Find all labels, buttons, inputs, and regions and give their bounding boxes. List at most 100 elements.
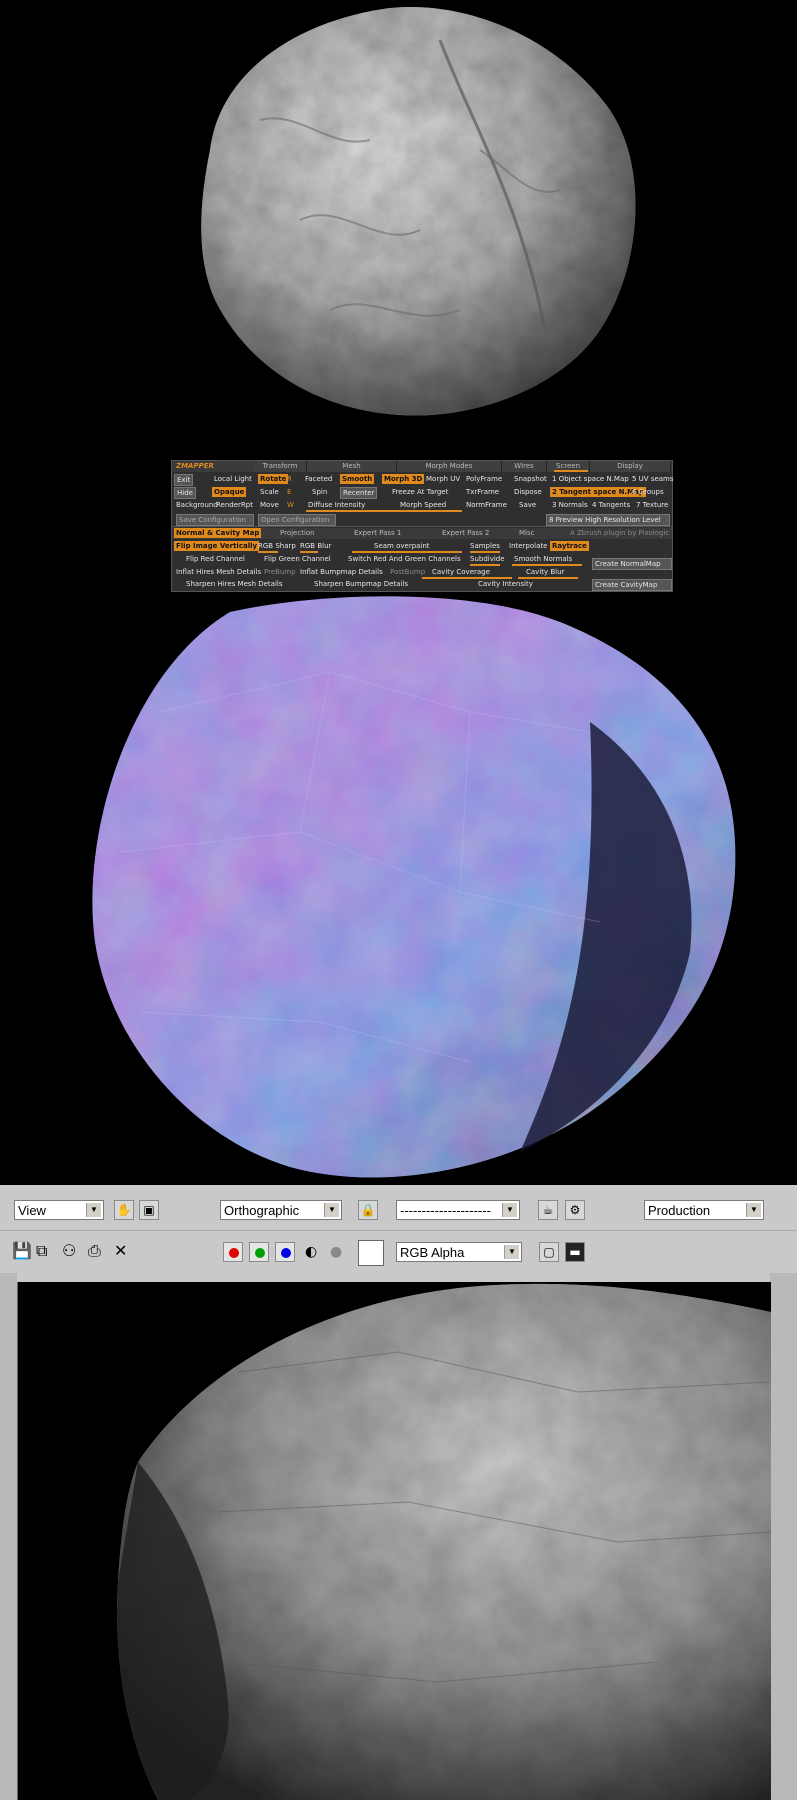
projection-select[interactable]: Orthographic ▼ [220,1200,342,1220]
dispose-button[interactable]: Dispose [512,487,544,497]
scale-button[interactable]: Scale [258,487,281,497]
morph-3d-button[interactable]: Morph 3D [382,474,425,484]
prebump-label: PreBump [264,568,296,576]
background-button[interactable]: Background [174,500,220,510]
inflat-hires-mesh-details-slider[interactable]: Inflat Hires Mesh Details [174,567,263,577]
copy-icon[interactable]: ⧉ [36,1241,47,1261]
exit-button[interactable]: Exit [174,474,194,486]
preset-select[interactable]: Production ▼ [644,1200,764,1220]
preview-high-resolution-button[interactable]: 8 Preview High Resolution Level [546,514,670,526]
flip-green-channel-button[interactable]: Flip Green Channel [262,554,333,564]
morph-uv-button[interactable]: Morph UV [424,474,462,484]
tab-expert-pass-1[interactable]: Expert Pass 1 [352,528,403,538]
inflat-bumpmap-details-slider[interactable]: Inflat Bumpmap Details [298,567,385,577]
alpha-icon[interactable]: ● [330,1242,342,1262]
scale-hotkey: E [287,488,292,496]
create-cavitymap-button[interactable]: Create CavityMap [592,579,672,591]
flip-image-vertically-button[interactable]: Flip Image Vertically [174,541,260,551]
screen-slider[interactable] [554,470,588,472]
txrframe-button[interactable]: TxrFrame [464,487,501,497]
tab-morph-modes[interactable]: Morph Modes [397,461,502,472]
hide-button[interactable]: Hide [174,487,196,499]
texture-button[interactable]: 7 Texture [634,500,670,510]
tab-display[interactable]: Display [590,461,671,472]
move-hotkey: W [287,501,294,509]
snapshot-button[interactable]: Snapshot [512,474,549,484]
frame-icon[interactable]: ▣ [139,1200,159,1220]
gear-icon[interactable]: ⚙ [565,1200,585,1220]
open-configuration-button[interactable]: Open Configuration [258,514,336,526]
tab-expert-pass-2[interactable]: Expert Pass 2 [440,528,491,538]
tab-transform[interactable]: Transform [254,461,307,472]
red-channel-toggle[interactable] [223,1242,243,1262]
view-select-value: View [18,1203,46,1218]
freeze-at-target-button[interactable]: Freeze At Target [390,487,450,497]
seam-overpaint-slider[interactable]: Seam overpaint [372,541,432,551]
zmapper-logo: ZMAPPER [176,462,214,470]
diffuse-intensity-slider[interactable]: Diffuse Intensity [306,500,367,510]
clone-icon[interactable]: ⚇ [62,1241,76,1261]
cavity-blur-slider[interactable]: Cavity Blur [524,567,566,577]
cavity-intensity-slider[interactable]: Cavity Intensity [476,579,535,589]
print-icon[interactable]: ⎙ [88,1241,101,1261]
smooth-button[interactable]: Smooth [340,474,375,484]
renderrpt-button[interactable]: RenderRpt [214,500,255,510]
object-space-nmap-button[interactable]: 1 Object space N.Map [550,474,631,484]
polyframe-button[interactable]: PolyFrame [464,474,504,484]
morph-speed-slider[interactable]: Morph Speed [398,500,448,510]
hand-icon[interactable]: ✋ [114,1200,134,1220]
close-icon[interactable]: ✕ [114,1241,127,1261]
layer-select[interactable]: --------------------- ▼ [396,1200,520,1220]
create-normalmap-button[interactable]: Create NormalMap [592,558,672,570]
flip-red-channel-button[interactable]: Flip Red Channel [184,554,247,564]
display-icon[interactable]: ▬ [565,1242,585,1262]
rgb-sharp-slider[interactable]: RGB Sharp [256,541,298,551]
faceted-button[interactable]: Faceted [303,474,334,484]
lock-icon[interactable]: 🔒 [358,1200,378,1220]
raytrace-button[interactable]: Raytrace [550,541,589,551]
rgb-blur-slider[interactable]: RGB Blur [298,541,333,551]
save-configuration-button[interactable]: Save Configuration [176,514,254,526]
tab-wires[interactable]: Wires [502,461,547,472]
interpolate-button[interactable]: Interpolate [507,541,549,551]
normframe-button[interactable]: NormFrame [464,500,509,510]
tangents-button[interactable]: 4 Tangents [590,500,632,510]
plugin-credit: A Zbrush plugin by Pixologic [570,529,670,537]
uv-seams-button[interactable]: 5 UV seams [630,474,676,484]
teapot-icon[interactable]: ☕ [538,1200,558,1220]
channel-select[interactable]: RGB Alpha ▼ [396,1242,522,1262]
normals-button[interactable]: 3 Normals [550,500,590,510]
frame-border [0,1273,17,1800]
opaque-button[interactable]: Opaque [212,487,247,497]
smooth-normals-slider[interactable]: Smooth Normals [512,554,574,564]
tab-mesh[interactable]: Mesh [307,461,397,472]
toolbar-channels: 💾 ⧉ ⚇ ⎙ ✕ ◐ ● RGB Alpha ▼ ▢ ▬ [0,1230,797,1274]
rotate-button[interactable]: Rotate [258,474,289,484]
blue-channel-toggle[interactable] [275,1242,295,1262]
tab-projection[interactable]: Projection [278,528,317,538]
green-channel-toggle[interactable] [249,1242,269,1262]
sharpen-bumpmap-details-slider[interactable]: Sharpen Bumpmap Details [312,579,410,589]
samples-slider[interactable]: Samples [468,541,502,551]
frame-scrollbar[interactable] [770,1273,797,1800]
cavity-coverage-slider[interactable]: Cavity Coverage [430,567,492,577]
local-light-button[interactable]: Local Light [212,474,254,484]
save-icon[interactable]: 💾 [12,1241,32,1261]
preset-select-value: Production [648,1203,711,1218]
view-select[interactable]: View ▼ [14,1200,104,1220]
spin-button[interactable]: Spin [310,487,329,497]
save-button[interactable]: Save [517,500,538,510]
sharpen-hires-mesh-details-slider[interactable]: Sharpen Hires Mesh Details [184,579,285,589]
tab-normal-cavity-map[interactable]: Normal & Cavity Map [174,528,262,538]
tab-misc[interactable]: Misc [517,528,536,538]
groups-button[interactable]: 6 Groups [630,487,666,497]
move-button[interactable]: Move [258,500,281,510]
chevron-down-icon: ▼ [502,1203,517,1217]
switch-red-green-button[interactable]: Switch Red And Green Channels [346,554,463,564]
white-swatch-icon[interactable] [358,1240,384,1266]
subdivide-slider[interactable]: Subdivide [468,554,507,564]
recenter-button[interactable]: Recenter [340,487,378,499]
mono-icon[interactable]: ◐ [305,1242,317,1262]
rotate-hotkey: R [287,475,292,483]
region-icon[interactable]: ▢ [539,1242,559,1262]
